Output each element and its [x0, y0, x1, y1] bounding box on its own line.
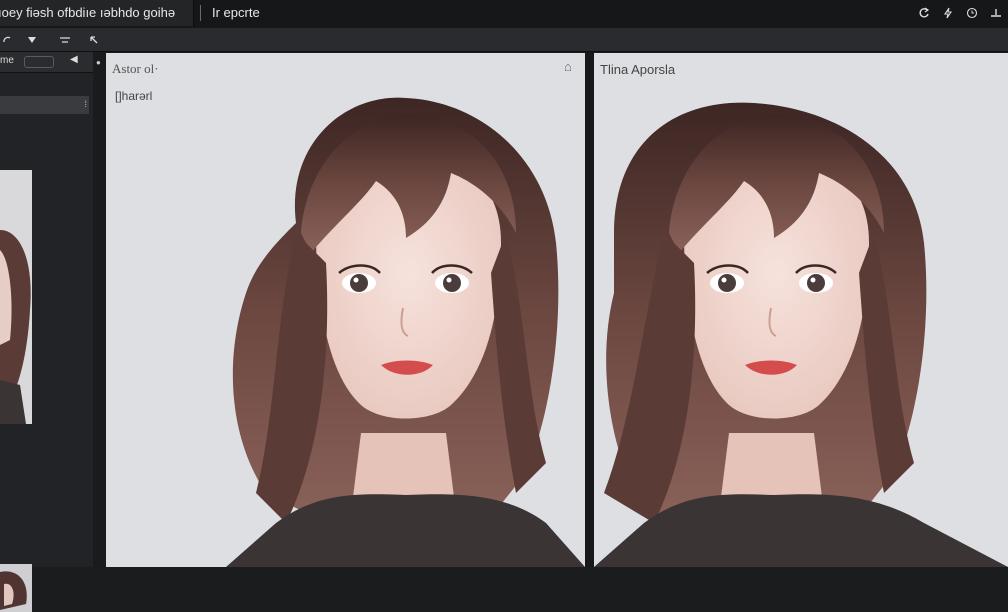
tab-main-label: ıoey fiəsh ofbdiıe ıəbhdo goihə	[0, 5, 176, 20]
tab-main[interactable]: ıoey fiəsh ofbdiıe ıəbhdo goihə	[0, 0, 194, 26]
clock-icon[interactable]	[960, 0, 984, 26]
portrait-image-left	[106, 53, 585, 567]
layer-thumbnail-small[interactable]	[0, 564, 32, 612]
layer-row-selected[interactable]: ⁞	[0, 96, 89, 114]
pin-icon[interactable]	[86, 28, 102, 51]
panel-mode-label: me	[0, 55, 14, 66]
menu-icon[interactable]	[56, 28, 74, 51]
minimize-icon[interactable]	[984, 0, 1008, 26]
portrait-image-right	[594, 53, 1008, 567]
viewport-left-sublabel: []harərl	[115, 89, 153, 103]
title-bar: ıoey fiəsh ofbdiıe ıəbhdo goihə Ir epcrt…	[0, 0, 1008, 29]
viewport-divider[interactable]	[585, 52, 594, 567]
window-controls	[912, 0, 1008, 26]
toolbar	[0, 28, 1008, 52]
panel-divider[interactable]: ●	[93, 52, 105, 567]
layers-panel-header: me ◀	[0, 52, 93, 73]
viewport-left-title: Astor ol·	[112, 61, 159, 76]
viewport-left[interactable]: Astor ol· []harərl ⌂	[106, 53, 585, 567]
viewport-right-title: Tlina Aporsla	[600, 62, 676, 77]
lightning-icon[interactable]	[936, 0, 960, 26]
layer-thumbnail[interactable]	[0, 170, 32, 424]
home-icon[interactable]: ⌂	[564, 59, 572, 74]
tab-secondary-label: Ir epcrte	[212, 5, 260, 20]
panel-search-field[interactable]	[24, 56, 54, 68]
tab-separator	[200, 5, 201, 21]
refresh-icon[interactable]	[912, 0, 936, 26]
tab-secondary[interactable]: Ir epcrte	[212, 0, 260, 26]
viewport-right[interactable]: Tlina Aporsla	[594, 53, 1008, 567]
dropdown-icon[interactable]	[24, 28, 40, 51]
pin-dot-icon: ●	[96, 58, 101, 67]
rotate-icon[interactable]	[0, 28, 14, 51]
layers-panel: me ◀ ⁞	[0, 52, 93, 612]
collapse-icon[interactable]: ◀	[70, 54, 78, 65]
grip-icon: ⁞	[84, 99, 87, 109]
